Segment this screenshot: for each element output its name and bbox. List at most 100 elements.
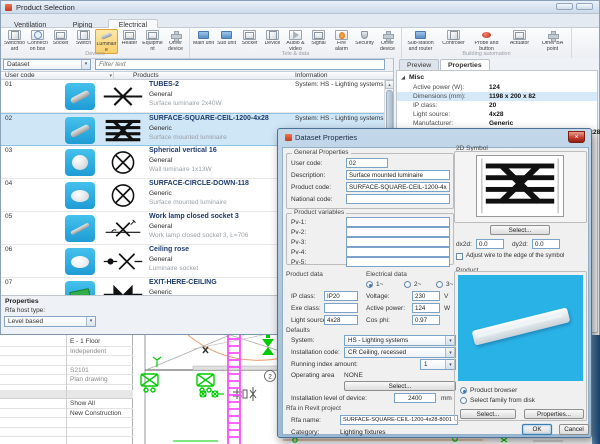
product-title: Ceiling rose <box>149 246 189 253</box>
property-row[interactable]: Manufacturer:Generic <box>397 119 597 128</box>
ribbon-button-other-tele-device[interactable]: Other device <box>376 29 399 52</box>
ribbon-button-other-ba-point[interactable]: Other BA point <box>536 29 569 52</box>
ribbon-button-probe-button[interactable]: Probe and button <box>470 29 503 52</box>
product-thumbnail <box>65 248 95 275</box>
column-header-information[interactable]: Information <box>295 72 328 80</box>
running-index-label: Running index amount: <box>291 361 358 368</box>
property-label: Dimensions (mm): <box>413 92 466 101</box>
pv3-field[interactable] <box>346 237 450 247</box>
window-titlebar[interactable]: Product Selection <box>1 1 599 14</box>
ribbon-button-device[interactable]: Device <box>261 29 284 47</box>
property-category-misc[interactable]: ◢Misc <box>397 73 597 82</box>
ribbon-button-equipment[interactable]: Equipment <box>141 29 164 52</box>
audio-video-icon <box>289 30 302 40</box>
exe-class-field[interactable] <box>324 303 358 313</box>
ribbon-button-audio-video[interactable]: Audio & video <box>284 29 307 52</box>
ribbon-button-security[interactable]: Security <box>353 29 376 47</box>
product-browser-radio[interactable] <box>460 387 467 394</box>
ribbon-button-connection-box[interactable]: Connection box <box>26 29 49 52</box>
property-row[interactable]: IP class: 20 <box>397 101 597 110</box>
phase-3-radio[interactable] <box>436 281 443 288</box>
product-properties-button[interactable]: Properties... <box>524 409 584 419</box>
product-description: Surface luminaire 2x40W <box>149 100 222 107</box>
column-header-products[interactable]: Products <box>133 72 159 80</box>
voltage-field[interactable] <box>412 291 440 301</box>
description-field[interactable] <box>346 170 450 180</box>
pv4-field[interactable] <box>346 247 450 257</box>
filter-input[interactable] <box>95 59 385 70</box>
ribbon-button-main-unit[interactable]: Main unit <box>192 29 215 47</box>
rfa-name-label: Rfa name: <box>291 417 321 424</box>
tab-properties[interactable]: Properties <box>440 59 490 70</box>
ok-button[interactable]: OK <box>522 424 552 435</box>
dialog-title: Dataset Properties <box>295 133 357 142</box>
dataset-dropdown[interactable]: Dataset ▾ <box>3 59 91 70</box>
symbol-select-button[interactable]: Select... <box>490 225 550 235</box>
maximize-button[interactable] <box>576 3 593 10</box>
cancel-button[interactable]: Cancel <box>559 424 589 435</box>
property-row[interactable]: Light source:4x28 <box>397 110 597 119</box>
rfa-name-field[interactable] <box>340 415 458 425</box>
ribbon-button-switch[interactable]: Switch <box>72 29 95 47</box>
product-info: System: HS - Lighting systems <box>295 115 384 122</box>
ribbon-button-fire-alarm[interactable]: Fire alarm <box>330 29 353 52</box>
ribbon-button-signal[interactable]: Signal <box>307 29 330 47</box>
system-dropdown[interactable]: HS - Lighting systems▾ <box>344 335 456 346</box>
property-row[interactable]: Active power (W):124 <box>397 83 597 92</box>
dy2d-field[interactable] <box>532 239 560 249</box>
ribbon-button-sub-station-router[interactable]: Sub-station and router <box>404 29 437 52</box>
user-code-cell: 01 <box>5 81 12 88</box>
user-code-field[interactable] <box>346 158 388 168</box>
dataset-properties-dialog: Dataset Properties × General Properties … <box>277 128 592 438</box>
app-icon <box>5 4 12 11</box>
running-index-dropdown[interactable]: 1▾ <box>420 359 456 370</box>
ribbon-button-heater[interactable]: Heater <box>118 29 141 47</box>
property-value: 1198 x 200 x 82 <box>489 92 536 101</box>
active-power-field[interactable] <box>412 303 440 313</box>
button-label: Signal <box>311 41 325 47</box>
family-from-disk-radio[interactable] <box>460 397 467 404</box>
phase-1-radio[interactable] <box>366 281 373 288</box>
national-code-field[interactable] <box>346 194 450 204</box>
ribbon-button-other-device[interactable]: Other device <box>164 29 187 52</box>
pv2-field[interactable] <box>346 227 450 237</box>
product-data-label: Product data <box>286 271 323 278</box>
ribbon-button-sub-unit[interactable]: Sub unit <box>215 29 238 47</box>
operating-area-label: Operating area <box>291 372 334 379</box>
ribbon-button-switchboard[interactable]: Switchboard <box>3 29 26 52</box>
dx2d-field[interactable] <box>476 239 504 249</box>
close-icon[interactable]: × <box>568 131 585 143</box>
product-description: Luminaire socket <box>149 265 198 272</box>
product-3d-preview[interactable] <box>458 275 583 381</box>
category-label: Category: <box>291 429 319 436</box>
ribbon-button-socket[interactable]: Socket <box>49 29 72 47</box>
ribbon-button-tele-socket[interactable]: Socket <box>238 29 261 47</box>
light-source-field[interactable] <box>324 315 358 325</box>
cos-phi-field[interactable] <box>412 315 440 325</box>
product-thumbnail <box>65 215 95 242</box>
tab-preview[interactable]: Preview <box>399 59 439 70</box>
ip-class-field[interactable] <box>324 291 358 301</box>
operating-area-select-button[interactable]: Select... <box>344 381 456 391</box>
installation-code-dropdown[interactable]: CR Ceiling, recessed▾ <box>344 347 456 358</box>
column-header-user-code[interactable]: User code ▾ <box>2 72 114 80</box>
product-code-field[interactable] <box>346 182 450 192</box>
property-row[interactable]: Dimensions (mm): 1198 x 200 x 82 <box>397 92 597 101</box>
rfa-host-type-dropdown[interactable]: Level based ▾ <box>4 316 96 327</box>
adjust-wire-checkbox[interactable] <box>456 253 463 260</box>
pv5-field[interactable] <box>346 257 450 267</box>
ceiling-rose-symbol <box>101 249 145 274</box>
property-label: IP class: <box>413 101 437 110</box>
ribbon-button-controller[interactable]: Controller <box>437 29 470 47</box>
minimize-button[interactable] <box>556 3 573 10</box>
ribbon-button-actuator[interactable]: Actuator <box>503 29 536 47</box>
installation-level-field[interactable] <box>394 393 436 403</box>
product-title: SURFACE-SQUARE-CEIL-1200-4x28 <box>149 115 269 122</box>
product-select-button[interactable]: Select... <box>460 409 516 419</box>
pv1-field[interactable] <box>346 217 450 227</box>
phase-2-radio[interactable] <box>404 281 411 288</box>
user-code-label: User code: <box>291 160 322 167</box>
table-row-01[interactable]: 01 TUBES-2 General Surface luminaire 2x4… <box>1 80 393 113</box>
property-value: 20 <box>489 101 496 110</box>
work-lamp-symbol <box>101 216 145 241</box>
